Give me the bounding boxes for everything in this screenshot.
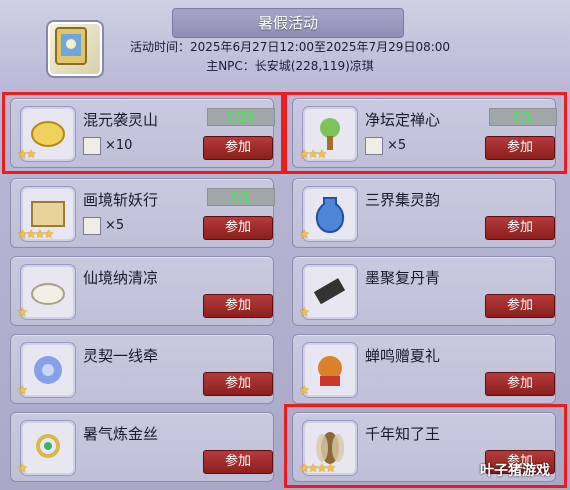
event-time: 活动时间：2025年6月27日12:00至2025年7月29日08:00 <box>129 40 451 54</box>
join-button[interactable]: 参加 <box>203 450 273 474</box>
difficulty-stars: ★ <box>299 305 310 319</box>
progress-counter: 0/1 <box>207 188 275 206</box>
join-button[interactable]: 参加 <box>485 216 555 240</box>
panel-title: 暑假活动 <box>172 8 404 38</box>
activity-name: 蝉鸣赠夏礼 <box>365 347 441 365</box>
difficulty-stars: ★ <box>299 383 310 397</box>
difficulty-stars: ★ <box>17 305 28 319</box>
activity-card-shuqi: ★ 暑气炼金丝 参加 <box>10 412 274 482</box>
join-button[interactable]: 参加 <box>203 294 273 318</box>
highlight-frame-left <box>2 92 284 174</box>
watermark: 叶子猪游戏 <box>480 463 550 479</box>
lion-gift-icon <box>303 343 357 397</box>
activity-name: 暑气炼金丝 <box>83 425 159 443</box>
spirit-flower-icon <box>21 343 75 397</box>
activity-card-chanming: ★ 蝉鸣赠夏礼 参加 <box>292 334 556 404</box>
ink-stick-icon <box>303 265 357 319</box>
event-scroll-icon <box>46 20 104 78</box>
porcelain-vase-icon <box>303 187 357 241</box>
dessert-bowl-icon <box>21 265 75 319</box>
scroll-reward-icon <box>83 217 101 235</box>
event-npc: 主NPC：长安城(228,119)凉琪 <box>206 59 374 73</box>
activity-name: 墨聚复丹青 <box>365 269 441 287</box>
difficulty-stars: ★★★★ <box>17 227 54 241</box>
highlight-frame-right <box>284 92 567 174</box>
difficulty-stars: ★ <box>17 461 28 475</box>
join-button[interactable]: 参加 <box>485 372 555 396</box>
activity-card-huajing: ★★★★ 画境斩妖行 0/1 ×5 参加 <box>10 178 275 248</box>
join-button[interactable]: 参加 <box>485 294 555 318</box>
join-button[interactable]: 参加 <box>203 216 273 240</box>
activity-name: 三界集灵韵 <box>365 191 441 209</box>
activity-name: 画境斩妖行 <box>83 191 159 209</box>
activity-name: 灵契一线牵 <box>83 347 159 365</box>
activity-card-moju: ★ 墨聚复丹青 参加 <box>292 256 556 326</box>
event-info: 活动时间：2025年6月27日12:00至2025年7月29日08:00 主NP… <box>110 38 470 76</box>
activity-name: 仙境纳清凉 <box>83 269 159 287</box>
reward-count: ×5 <box>105 218 125 233</box>
gold-thread-icon <box>21 421 75 475</box>
join-button[interactable]: 参加 <box>203 372 273 396</box>
activity-card-xianjing: ★ 仙境纳清凉 参加 <box>10 256 274 326</box>
activity-card-sanjie: ★ 三界集灵韵 参加 <box>292 178 556 248</box>
difficulty-stars: ★ <box>299 227 310 241</box>
difficulty-stars: ★ <box>17 383 28 397</box>
activity-card-lingqi: ★ 灵契一线牵 参加 <box>10 334 274 404</box>
